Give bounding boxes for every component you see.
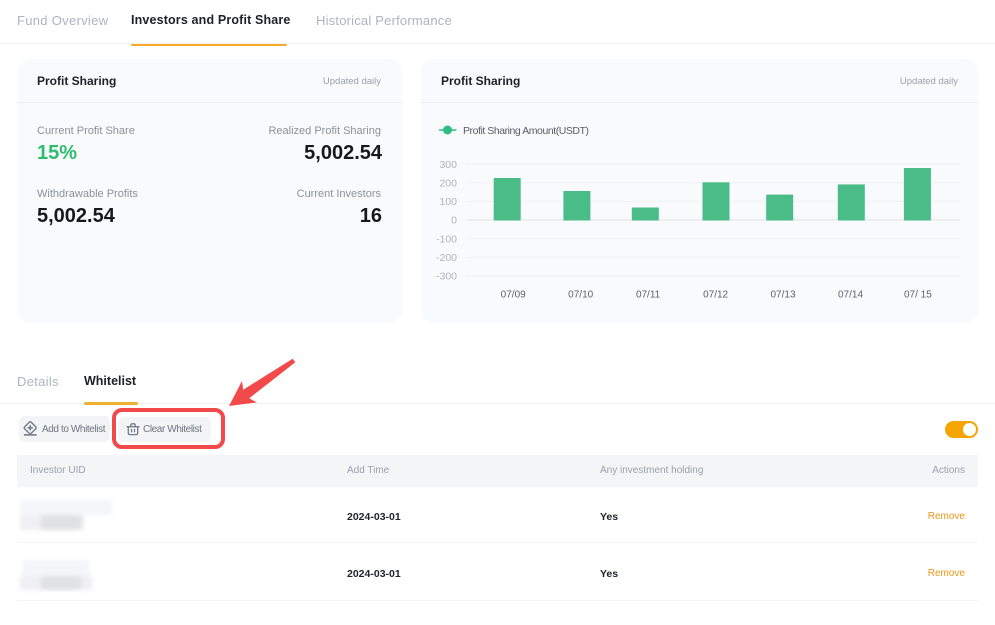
svg-text:07/13: 07/13	[770, 290, 795, 301]
svg-text:07/ 15: 07/ 15	[904, 290, 932, 301]
svg-text:07/14: 07/14	[838, 290, 863, 301]
svg-text:100: 100	[439, 196, 457, 208]
svg-text:07/12: 07/12	[703, 290, 728, 301]
svg-text:07/09: 07/09	[501, 290, 526, 301]
svg-text:-200: -200	[436, 252, 457, 264]
svg-text:-100: -100	[436, 233, 457, 245]
svg-text:0: 0	[451, 215, 457, 227]
svg-text:07/10: 07/10	[568, 290, 593, 301]
svg-text:07/11: 07/11	[636, 290, 661, 301]
svg-text:Profit Sharing Amount(USDT): Profit Sharing Amount(USDT)	[463, 125, 589, 137]
svg-text:200: 200	[439, 178, 457, 190]
svg-text:300: 300	[439, 159, 457, 171]
svg-text:-300: -300	[436, 271, 457, 283]
